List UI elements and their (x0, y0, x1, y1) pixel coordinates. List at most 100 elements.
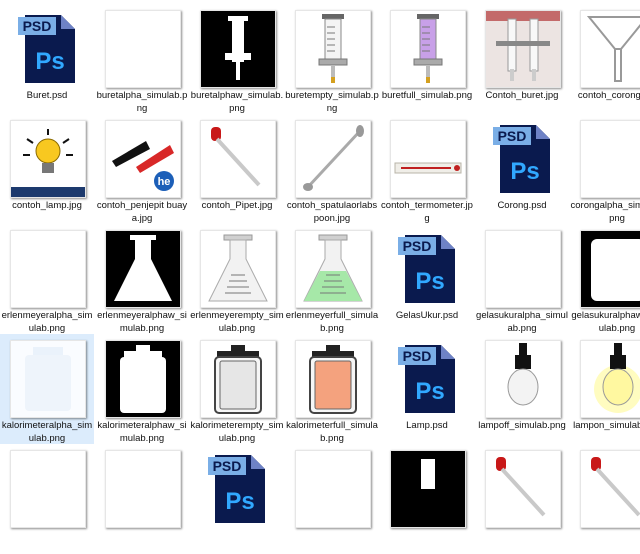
file-name-label: kalorimeteralphaw_simulab.png (97, 420, 187, 444)
file-item[interactable]: contoh_spatulaorlabspoon.jpg (285, 114, 379, 224)
calorimeter-silhouette-thumbnail-icon (105, 340, 181, 418)
file-item[interactable]: lampoff_simulab.png (475, 334, 569, 444)
file-name-label: gelasukuralpha_simulab.png (476, 310, 568, 334)
file-name-label: contoh_Pipet.jpg (201, 200, 273, 211)
file-name-label: buretfull_simulab.png (381, 90, 473, 101)
calorimeter-full-thumbnail-icon (295, 340, 371, 418)
file-name-label: Buret.psd (26, 90, 68, 101)
alligator-clip-thumbnail-icon: he (105, 120, 181, 198)
file-item[interactable]: kalorimeteralpha_simulab.png (0, 334, 94, 444)
file-item[interactable]: erlenmeyeralphaw_simulab.png (95, 224, 189, 334)
flask-empty-thumbnail-icon (200, 230, 276, 308)
file-item[interactable]: erlenmeyeralpha_simulab.png (0, 224, 94, 334)
file-name-label: erlenmeyerfull_simulab.png (285, 310, 379, 334)
psd-icon: PSD Ps (485, 120, 559, 196)
file-name-label: kalorimeteralpha_simulab.png (1, 420, 93, 444)
svg-text:PSD: PSD (498, 128, 527, 144)
file-item[interactable]: kalorimeterfull_simulab.png (285, 334, 379, 444)
file-item[interactable]: lampon_simulab.png (570, 334, 640, 444)
file-item[interactable]: kalorimeterempty_simulab.png (190, 334, 284, 444)
file-name-label: kalorimeterfull_simulab.png (286, 420, 378, 444)
file-name-label: contoh_penjepit buaya.jpg (96, 200, 188, 224)
buret-empty-thumbnail-icon (295, 10, 371, 88)
file-item[interactable]: contoh_Pipet.jpg (190, 114, 284, 224)
flask-silhouette-thumbnail-icon (105, 230, 181, 308)
file-item[interactable] (570, 444, 640, 554)
blank-thumbnail-icon (485, 230, 561, 308)
file-name-label: erlenmeyerempty_simulab.png (190, 310, 284, 334)
file-name-label: contoh_termometer.jpg (381, 200, 473, 224)
svg-text:PSD: PSD (403, 238, 432, 254)
buret-photo-thumbnail-icon (485, 10, 561, 88)
file-item[interactable]: buretalphaw_simulab.png (190, 4, 284, 114)
blank-thumbnail-icon (10, 230, 86, 308)
svg-text:PSD: PSD (23, 18, 52, 34)
thermometer-thumbnail-icon (390, 120, 466, 198)
file-name-label: lampon_simulab.png (573, 420, 640, 431)
blank-thumbnail-icon (10, 450, 86, 528)
funnel-thumbnail-icon (580, 10, 640, 88)
file-name-label: gelasukuralphaw_simulab.png (571, 310, 640, 334)
file-item[interactable]: PSD Ps Lamp.psd (380, 334, 474, 444)
file-item[interactable] (0, 444, 94, 554)
file-name-label: contoh_lamp.jpg (12, 200, 82, 211)
flask-full-thumbnail-icon (295, 230, 371, 308)
file-item[interactable]: buretalpha_simulab.png (95, 4, 189, 114)
file-item[interactable] (380, 444, 474, 554)
file-item[interactable]: gelasukuralphaw_simulab.png (570, 224, 640, 334)
file-item[interactable]: PSD Ps Corong.psd (475, 114, 569, 224)
calorimeter-faint-thumbnail-icon (10, 340, 86, 418)
file-item[interactable]: Contoh_buret.jpg (475, 4, 569, 114)
psd-icon: PSD Ps (390, 340, 464, 416)
blank-thumbnail-icon (105, 10, 181, 88)
file-item[interactable]: gelasukuralpha_simulab.png (475, 224, 569, 334)
svg-text:PSD: PSD (403, 348, 432, 364)
file-item[interactable] (285, 444, 379, 554)
file-item[interactable] (95, 444, 189, 554)
file-name-label: Lamp.psd (406, 420, 448, 431)
file-name-label: buretalphaw_simulab.png (190, 90, 284, 114)
file-name-label: buretalpha_simulab.png (96, 90, 188, 114)
blank-thumbnail-icon (580, 120, 640, 198)
file-item[interactable]: corongalpha_simulab.png (570, 114, 640, 224)
beaker-silhouette-thumbnail-icon (580, 230, 640, 308)
file-item[interactable]: erlenmeyerempty_simulab.png (190, 224, 284, 334)
svg-text:he: he (158, 176, 171, 188)
pipette-thumbnail-icon (485, 450, 561, 528)
file-name-label: Contoh_buret.jpg (485, 90, 559, 101)
buret-silhouette-thumbnail-icon (200, 10, 276, 88)
file-name-label: corongalpha_simulab.png (570, 200, 640, 224)
file-name-label: erlenmeyeralphaw_simulab.png (97, 310, 187, 334)
file-name-label: kalorimeterempty_simulab.png (190, 420, 284, 444)
pipette-thumbnail-icon (580, 450, 640, 528)
file-name-label: erlenmeyeralpha_simulab.png (1, 310, 93, 334)
file-item[interactable]: PSD Ps (190, 444, 284, 554)
bulb-on-thumbnail-icon (580, 340, 640, 418)
file-name-label: buretempty_simulab.png (285, 90, 379, 114)
file-item[interactable] (475, 444, 569, 554)
file-item[interactable]: buretfull_simulab.png (380, 4, 474, 114)
file-name-label: Corong.psd (497, 200, 547, 211)
svg-text:PSD: PSD (213, 458, 242, 474)
blank-thumbnail-icon (105, 450, 181, 528)
calorimeter-empty-thumbnail-icon (200, 340, 276, 418)
svg-text:Ps: Ps (510, 158, 539, 185)
spatula-thumbnail-icon (295, 120, 371, 198)
file-item[interactable]: erlenmeyerfull_simulab.png (285, 224, 379, 334)
file-item[interactable]: contoh_lamp.jpg (0, 114, 94, 224)
psd-icon: PSD Ps (390, 230, 464, 306)
file-item[interactable]: contoh_corong.jpg (570, 4, 640, 114)
svg-text:Ps: Ps (225, 488, 254, 515)
file-item[interactable]: he contoh_penjepit buaya.jpg (95, 114, 189, 224)
file-item[interactable]: PSD Ps Buret.psd (0, 4, 94, 114)
file-name-label: lampoff_simulab.png (478, 420, 566, 431)
lamp-photo-thumbnail-icon (10, 120, 86, 198)
file-item[interactable]: buretempty_simulab.png (285, 4, 379, 114)
blank-thumbnail-icon (295, 450, 371, 528)
file-item[interactable]: contoh_termometer.jpg (380, 114, 474, 224)
pipette-thumbnail-icon (200, 120, 276, 198)
file-item[interactable]: kalorimeteralphaw_simulab.png (95, 334, 189, 444)
file-item[interactable]: PSD Ps GelasUkur.psd (380, 224, 474, 334)
file-name-label: contoh_spatulaorlabspoon.jpg (286, 200, 378, 224)
svg-text:Ps: Ps (35, 48, 64, 75)
